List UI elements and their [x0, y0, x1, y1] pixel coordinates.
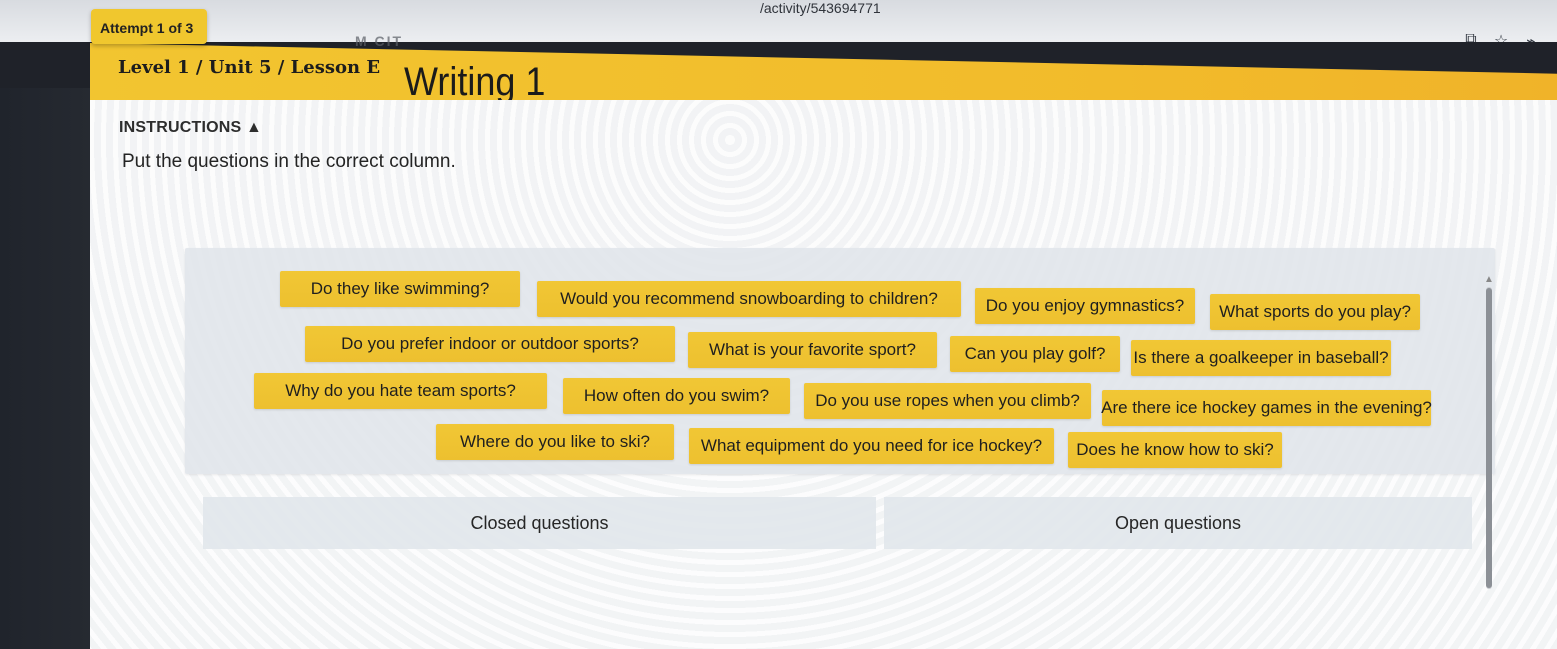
- question-chip[interactable]: Does he know how to ski?: [1068, 432, 1282, 468]
- question-chip[interactable]: What is your favorite sport?: [688, 332, 937, 368]
- closed-questions-column[interactable]: Closed questions: [203, 497, 876, 549]
- question-chip[interactable]: Do you use ropes when you climb?: [804, 383, 1091, 419]
- attempt-text: Attempt 1 of 3: [100, 20, 194, 36]
- question-chip[interactable]: Would you recommend snowboarding to chil…: [537, 281, 961, 317]
- screen: /activity/543694771 ⧉ ☆ ⌁ M CIT Attempt …: [0, 0, 1557, 649]
- instructions-heading[interactable]: INSTRUCTIONS ▲: [119, 119, 262, 137]
- question-chip[interactable]: Can you play golf?: [950, 336, 1120, 372]
- scrollbar-thumb[interactable]: [1486, 288, 1492, 588]
- question-chip[interactable]: Do they like swimming?: [280, 271, 520, 307]
- open-questions-column[interactable]: Open questions: [884, 497, 1472, 549]
- question-chip[interactable]: Where do you like to ski?: [436, 424, 674, 460]
- activity-title: Writing 1: [404, 60, 546, 104]
- left-page-edge: [0, 88, 92, 649]
- question-chip[interactable]: What equipment do you need for ice hocke…: [689, 428, 1054, 464]
- question-chip[interactable]: Why do you hate team sports?: [254, 373, 547, 409]
- question-chip[interactable]: What sports do you play?: [1210, 294, 1420, 330]
- lesson-title: Level 1 / Unit 5 / Lesson E: [118, 57, 381, 78]
- question-chip[interactable]: How often do you swim?: [563, 378, 790, 414]
- scroll-up-icon[interactable]: ▲: [1484, 275, 1494, 285]
- instructions-text: Put the questions in the correct column.: [122, 151, 456, 172]
- question-chip[interactable]: Are there ice hockey games in the evenin…: [1101, 390, 1432, 426]
- question-chip[interactable]: Do you prefer indoor or outdoor sports?: [305, 326, 675, 362]
- address-bar-fragment[interactable]: /activity/543694771: [760, 0, 881, 16]
- question-chip[interactable]: Do you enjoy gymnastics?: [975, 288, 1195, 324]
- question-chip[interactable]: Is there a goalkeeper in baseball?: [1131, 340, 1391, 376]
- brand-logo-fragment: M CIT: [355, 33, 404, 49]
